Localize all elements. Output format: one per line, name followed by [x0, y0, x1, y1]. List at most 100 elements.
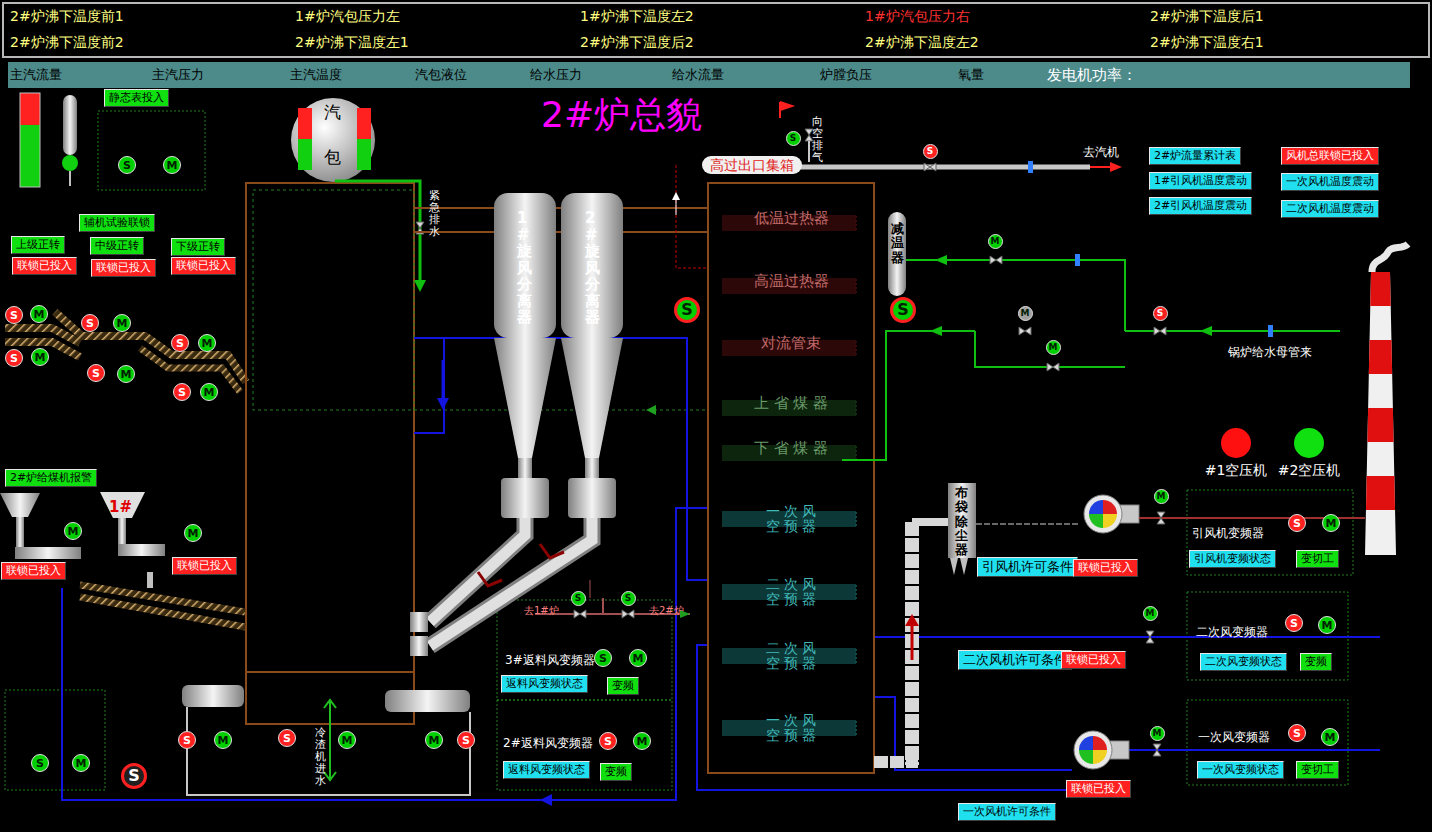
switch-status-marker[interactable]: S: [890, 297, 916, 323]
diagram-label: 布袋除尘器: [955, 486, 968, 557]
status-button[interactable]: 联锁已投入: [1, 562, 66, 580]
alarm-text: 2#炉沸下温度前2: [10, 34, 295, 52]
motor-status-marker[interactable]: M: [30, 305, 48, 323]
status-button[interactable]: 变切工: [1296, 550, 1339, 568]
valve-icon[interactable]: [990, 256, 1002, 264]
switch-status-marker[interactable]: S: [31, 754, 49, 772]
motor-status-marker[interactable]: M: [338, 731, 356, 749]
valve-icon[interactable]: [622, 610, 634, 618]
status-button[interactable]: 风机总联锁已投入: [1281, 147, 1379, 165]
motor-status-marker[interactable]: M: [629, 649, 647, 667]
status-button[interactable]: 辅机试验联锁: [79, 214, 155, 232]
status-button[interactable]: 联锁已投入: [172, 557, 237, 575]
status-button[interactable]: 变频: [1300, 653, 1332, 671]
switch-status-marker[interactable]: S: [1288, 724, 1306, 742]
valve-icon[interactable]: [1146, 631, 1154, 643]
valve-icon[interactable]: [1019, 327, 1031, 335]
status-button[interactable]: 联锁已投入: [171, 257, 236, 275]
switch-status-marker[interactable]: S: [171, 334, 189, 352]
switch-status-marker[interactable]: S: [5, 349, 23, 367]
valve-icon[interactable]: [924, 163, 936, 171]
status-button[interactable]: 静态表投入: [104, 89, 169, 107]
motor-status-marker[interactable]: M: [1143, 606, 1158, 621]
valve-icon[interactable]: [1157, 512, 1165, 524]
status-button[interactable]: 二次风机温度震动: [1281, 200, 1379, 218]
motor-status-marker[interactable]: M: [198, 334, 216, 352]
status-button[interactable]: 2#炉流量累计表: [1149, 147, 1241, 165]
switch-status-marker[interactable]: S: [1153, 306, 1168, 321]
status-button[interactable]: 一次风变频状态: [1197, 761, 1284, 779]
motor-status-marker[interactable]: M: [64, 522, 82, 540]
valve-icon[interactable]: [805, 129, 813, 141]
status-button[interactable]: 一次风机许可条件: [958, 803, 1056, 821]
motor-status-marker[interactable]: M: [184, 524, 202, 542]
status-button[interactable]: 中级正转: [90, 237, 144, 255]
switch-status-marker[interactable]: S: [1288, 514, 1306, 532]
air-compressor: #1空压机: [1196, 428, 1276, 480]
motor-status-marker[interactable]: M: [163, 156, 181, 174]
switch-status-marker[interactable]: S: [594, 649, 612, 667]
switch-status-marker[interactable]: S: [457, 731, 475, 749]
status-button[interactable]: 联锁已投入: [1061, 651, 1126, 669]
status-button[interactable]: 变频: [600, 763, 632, 781]
thermometer-icon: [62, 95, 78, 186]
status-button[interactable]: 二次风机许可条件: [958, 650, 1072, 670]
status-button[interactable]: 下级正转: [171, 238, 225, 256]
motor-status-marker[interactable]: M: [113, 314, 131, 332]
motor-status-marker[interactable]: M: [31, 348, 49, 366]
status-button[interactable]: 二次风变频状态: [1200, 653, 1287, 671]
valve-icon[interactable]: [1047, 363, 1059, 371]
status-button[interactable]: 联锁已投入: [91, 259, 156, 277]
motor-status-marker[interactable]: M: [425, 731, 443, 749]
motor-status-marker[interactable]: M: [633, 732, 651, 750]
status-button[interactable]: 引风机许可条件: [977, 557, 1078, 577]
motor-status-marker[interactable]: M: [200, 383, 218, 401]
status-button[interactable]: 1#引风机温度震动: [1149, 172, 1252, 190]
motor-status-marker[interactable]: M: [988, 234, 1003, 249]
motor-status-marker[interactable]: M: [1321, 728, 1339, 746]
switch-status-marker[interactable]: S: [173, 383, 191, 401]
switch-status-marker[interactable]: S: [571, 591, 586, 606]
fan-icon[interactable]: [1074, 731, 1129, 769]
valve-icon[interactable]: [1153, 744, 1161, 756]
motor-status-marker[interactable]: M: [214, 731, 232, 749]
switch-status-marker[interactable]: S: [178, 731, 196, 749]
status-button[interactable]: 引风机变频状态: [1189, 550, 1276, 568]
switch-status-marker[interactable]: S: [1285, 614, 1303, 632]
alarm-text: 2#炉沸下温度后1: [1150, 8, 1432, 26]
param-label: 氧量: [958, 66, 1047, 84]
motor-status-marker[interactable]: M: [72, 754, 90, 772]
valve-icon[interactable]: [1154, 327, 1166, 335]
motor-status-marker[interactable]: M: [1018, 306, 1033, 321]
switch-status-marker[interactable]: S: [121, 763, 147, 789]
fan-icon[interactable]: [1084, 495, 1139, 533]
motor-status-marker[interactable]: M: [117, 365, 135, 383]
status-button[interactable]: 变切工: [1296, 761, 1339, 779]
status-button[interactable]: 联锁已投入: [12, 257, 77, 275]
switch-status-marker[interactable]: S: [786, 131, 801, 146]
motor-status-marker[interactable]: M: [1318, 616, 1336, 634]
switch-status-marker[interactable]: S: [278, 729, 296, 747]
switch-status-marker[interactable]: S: [674, 297, 700, 323]
status-button[interactable]: 2#炉给煤机报警: [5, 469, 97, 487]
valve-icon[interactable]: [574, 610, 586, 618]
switch-status-marker[interactable]: S: [621, 591, 636, 606]
status-button[interactable]: 联锁已投入: [1073, 559, 1138, 577]
switch-status-marker[interactable]: S: [118, 156, 136, 174]
switch-status-marker[interactable]: S: [81, 314, 99, 332]
status-button[interactable]: 返料风变频状态: [501, 675, 588, 693]
motor-status-marker[interactable]: M: [1046, 340, 1061, 355]
status-button[interactable]: 变频: [607, 677, 639, 695]
motor-status-marker[interactable]: M: [1154, 489, 1169, 504]
status-button[interactable]: 联锁已投入: [1066, 780, 1131, 798]
status-button[interactable]: 返料风变频状态: [503, 761, 590, 779]
switch-status-marker[interactable]: S: [5, 306, 23, 324]
status-button[interactable]: 一次风机温度震动: [1281, 173, 1379, 191]
status-button[interactable]: 2#引风机温度震动: [1149, 197, 1252, 215]
switch-status-marker[interactable]: S: [87, 364, 105, 382]
status-button[interactable]: 上级正转: [11, 236, 65, 254]
motor-status-marker[interactable]: M: [1322, 514, 1340, 532]
switch-status-marker[interactable]: S: [599, 732, 617, 750]
motor-status-marker[interactable]: M: [1150, 726, 1165, 741]
switch-status-marker[interactable]: S: [923, 144, 938, 159]
